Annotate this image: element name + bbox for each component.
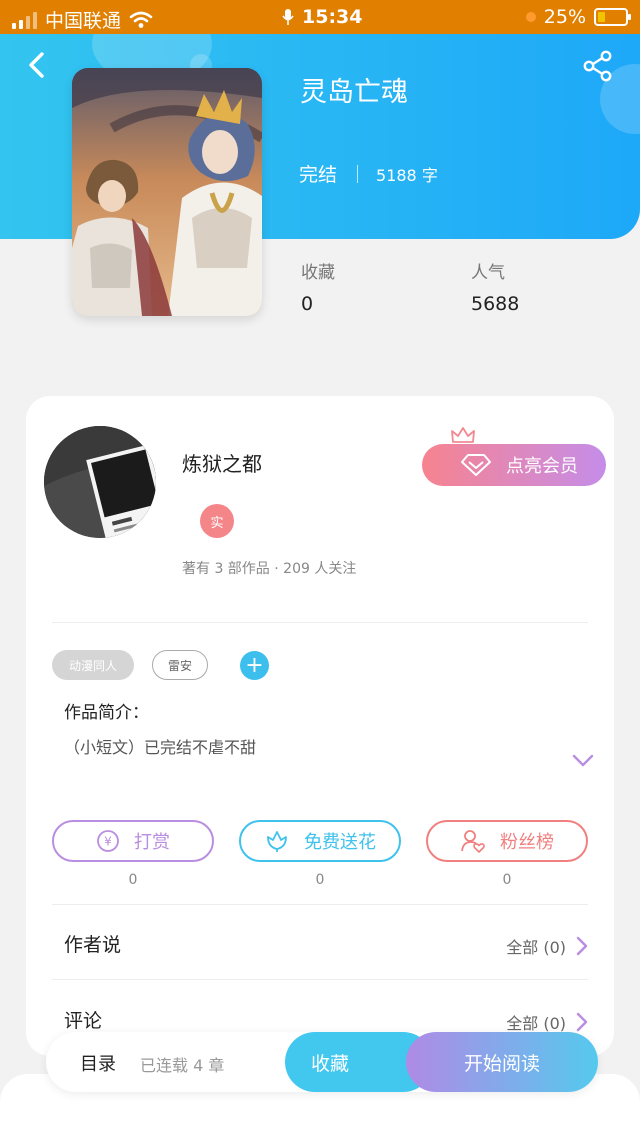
flower-icon [267,831,287,852]
favorites-label: 收藏 [311,1052,350,1075]
add-tag-button[interactable]: + [240,651,269,680]
tip-button-label: 打赏 [134,832,170,853]
tip-count: 0 [128,872,138,888]
crown-icon [451,427,475,446]
divider [52,622,588,623]
fan-heart-icon [461,830,485,853]
tag-chip[interactable]: 动漫同人 [52,650,134,680]
chevron-right-icon [576,936,588,956]
chevron-down-icon[interactable] [572,754,594,768]
stat-label: 人气 [471,263,505,283]
tip-button[interactable]: ¥ 打赏 [52,820,214,862]
battery-icon [594,8,631,26]
stat-label: 收藏 [301,263,335,283]
fan-ranking-button[interactable]: 粉丝榜 [426,820,588,862]
author-says-count: 全部 (0) [506,938,566,957]
book-detail-card: 炼狱之都 实 著有 3 部作品 · 209 人关注 点亮会员 动漫同人 雷安 +… [26,396,614,1056]
share-icon[interactable] [582,50,614,82]
book-status-line: 完结 5188 字 [299,160,438,187]
microphone-icon [282,9,294,25]
verified-badge: 实 [200,504,234,538]
bottom-action-bar: 目录 已连载 4 章 收藏 开始阅读 [46,1032,598,1092]
divider [52,904,588,905]
plus-icon: + [245,652,264,678]
word-count: 5188 字 [376,165,438,185]
clock: 15:34 [302,6,363,28]
battery-percent: 25% [543,6,586,28]
fan-count: 0 [502,872,512,888]
intro-text: （小短文）已完结不虐不甜 [64,738,257,757]
vip-button-label: 点亮会员 [506,456,578,477]
recording-dot-icon [525,12,536,22]
send-flower-label: 免费送花 [304,832,376,853]
stat-value: 0 [301,293,314,315]
carrier-label: 中国联通 [45,10,122,32]
intro-label: 作品简介： [64,703,149,723]
divider [357,164,359,183]
author-says-label: 作者说 [64,934,122,956]
vip-membership-button[interactable]: 点亮会员 [422,444,606,486]
back-icon[interactable] [22,50,52,80]
book-cover-image[interactable] [72,68,262,316]
table-of-contents-button[interactable]: 目录 [80,1050,116,1076]
cell-signal-icon [12,11,37,29]
author-meta: 著有 3 部作品 · 209 人关注 [182,561,357,577]
svg-text:¥: ¥ [104,835,112,849]
start-reading-label: 开始阅读 [463,1052,540,1075]
comments-label: 评论 [64,1010,103,1032]
diamond-icon [461,454,491,476]
tag-chip[interactable]: 雷安 [152,650,208,680]
fan-ranking-label: 粉丝榜 [500,832,554,853]
stat-value: 5688 [471,293,520,315]
book-title: 灵岛亡魂 [300,77,408,108]
divider [52,979,588,980]
flower-count: 0 [315,872,325,888]
author-avatar[interactable] [44,426,156,538]
completion-status: 完结 [299,164,338,186]
chapter-count: 已连载 4 章 [140,1056,225,1075]
author-says-all-link[interactable]: 全部 (0) [506,934,588,958]
stat-favorites: 收藏 0 [301,258,335,315]
start-reading-button[interactable]: 开始阅读 [406,1032,598,1092]
status-bar: 中国联通 15:34 25% [0,0,640,34]
yuan-coin-icon: ¥ [97,830,119,852]
comments-count: 全部 (0) [506,1014,566,1033]
stat-popularity: 人气 5688 [471,258,519,315]
send-flower-button[interactable]: 免费送花 [239,820,401,862]
comments-all-link[interactable]: 全部 (0) [506,1010,588,1034]
chevron-right-icon [576,1012,588,1032]
wifi-icon [129,11,153,28]
author-name[interactable]: 炼狱之都 [182,448,262,477]
